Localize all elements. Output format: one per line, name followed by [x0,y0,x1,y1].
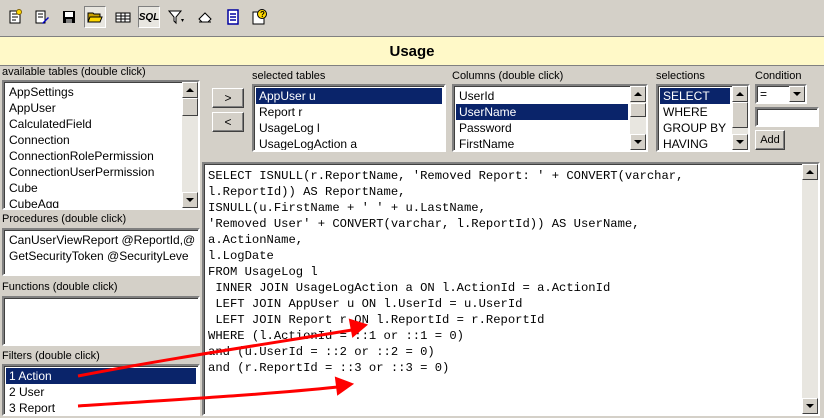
selected-table-item[interactable]: Report r [256,104,442,120]
svg-text:?: ? [260,10,265,19]
sql-line: a.ActionName, [208,233,304,247]
filters-list[interactable]: 1 Action 2 User 3 Report [2,364,200,416]
sql-icon[interactable]: SQL [138,6,160,28]
sql-line: FROM UsageLog l [208,265,318,279]
selected-tables-label: selected tables [252,70,326,82]
columns-list[interactable]: UserId UserName Password FirstName [452,84,648,152]
procedure-item[interactable]: CanUserViewReport @ReportId,@ [6,232,196,248]
scroll-down-icon[interactable] [182,192,198,208]
scroll-thumb[interactable] [182,98,198,116]
sql-line: ISNULL(u.FirstName + ' ' + u.LastName, [208,201,486,215]
scroll-up-icon[interactable] [802,164,818,180]
condition-label: Condition [755,70,802,82]
add-condition-button[interactable]: Add [755,130,785,150]
column-item[interactable]: UserName [456,104,628,120]
selection-item[interactable]: HAVING [660,136,730,150]
filter-icon[interactable] [166,6,188,28]
help-icon[interactable]: ? [248,6,270,28]
table-icon[interactable] [112,6,134,28]
available-tables-label: available tables (double click) [2,66,146,78]
sql-line: l.ReportId)) AS ReportName, [208,185,406,199]
available-table-item[interactable]: ConnectionRolePermission [6,148,180,164]
selection-item[interactable]: GROUP BY [660,120,730,136]
selections-label: selections [656,70,705,82]
open-folder-icon[interactable] [84,6,106,28]
selected-table-item[interactable]: UsageLog l [256,120,442,136]
scroll-down-icon[interactable] [802,398,818,414]
selected-tables-list[interactable]: AppUser u Report r UsageLog l UsageLogAc… [252,84,446,152]
sql-line: LEFT JOIN Report r ON l.ReportId = r.Rep… [208,313,545,327]
filters-label: Filters (double click) [2,350,100,362]
sql-line: WHERE (l.ActionId = ::1 or ::1 = 0) [208,329,464,343]
scroll-up-icon[interactable] [630,86,646,102]
document-icon[interactable] [222,6,244,28]
functions-label: Functions (double click) [2,281,118,293]
selected-table-item[interactable]: UsageLogAction a [256,136,442,150]
sql-line: INNER JOIN UsageLogAction a ON l.ActionI… [208,281,611,295]
new-query-icon[interactable] [4,6,26,28]
available-table-item[interactable]: AppUser [6,100,180,116]
toolbar: SQL ? [0,0,824,36]
add-table-button[interactable]: > [212,88,244,108]
functions-list[interactable] [2,296,200,346]
filter-item-report[interactable]: 3 Report [6,400,196,414]
scroll-up-icon[interactable] [732,86,748,102]
eraser-icon[interactable] [194,6,216,28]
sql-line: l.LogDate [208,249,274,263]
edit-icon[interactable] [30,6,52,28]
selection-item[interactable]: SELECT [660,88,730,104]
scroll-thumb[interactable] [630,103,646,117]
condition-value: = [760,87,768,101]
filter-item-user[interactable]: 2 User [6,384,196,400]
selection-item[interactable]: WHERE [660,104,730,120]
chevron-down-icon[interactable] [789,86,805,102]
column-item[interactable]: FirstName [456,136,628,150]
sql-icon-label: SQL [138,11,160,23]
sql-editor[interactable]: SELECT ISNULL(r.ReportName, 'Removed Rep… [202,162,820,416]
scroll-thumb[interactable] [732,102,748,128]
available-table-item[interactable]: ConnectionUserPermission [6,164,180,180]
scroll-up-icon[interactable] [182,82,198,98]
selections-scrollbar[interactable] [732,86,748,150]
selections-list[interactable]: SELECT WHERE GROUP BY HAVING [656,84,750,152]
columns-label: Columns (double click) [452,70,564,82]
procedure-item[interactable]: GetSecurityToken @SecurityLeve [6,248,196,264]
available-table-item[interactable]: Cube [6,180,180,196]
procedures-label: Procedures (double click) [2,213,127,225]
sql-editor-scrollbar[interactable] [802,164,818,414]
procedures-list[interactable]: CanUserViewReport @ReportId,@ GetSecurit… [2,228,200,276]
available-table-item[interactable]: CalculatedField [6,116,180,132]
available-table-item[interactable]: AppSettings [6,84,180,100]
available-tables-list[interactable]: AppSettings AppUser CalculatedField Conn… [2,80,200,210]
save-icon[interactable] [58,6,80,28]
columns-scrollbar[interactable] [630,86,646,150]
available-table-item[interactable]: CubeAgg [6,196,180,208]
available-table-item[interactable]: Connection [6,132,180,148]
filter-item-action[interactable]: 1 Action [6,368,196,384]
sql-line: 'Removed User' + CONVERT(varchar, l.Repo… [208,217,640,231]
page-title: Usage [0,36,824,66]
selected-table-item[interactable]: AppUser u [256,88,442,104]
condition-input[interactable] [755,107,819,127]
sql-line: SELECT ISNULL(r.ReportName, 'Removed Rep… [208,169,684,183]
remove-table-button[interactable]: < [212,112,244,132]
available-tables-scrollbar[interactable] [182,82,198,208]
scroll-down-icon[interactable] [630,134,646,150]
sql-line: and (r.ReportId = ::3 or ::3 = 0) [208,361,450,375]
scroll-down-icon[interactable] [732,134,748,150]
sql-line: LEFT JOIN AppUser u ON l.UserId = u.User… [208,297,523,311]
column-item[interactable]: UserId [456,88,628,104]
condition-dropdown[interactable]: = [755,84,807,104]
sql-line: and (u.UserId = ::2 or ::2 = 0) [208,345,435,359]
column-item[interactable]: Password [456,120,628,136]
